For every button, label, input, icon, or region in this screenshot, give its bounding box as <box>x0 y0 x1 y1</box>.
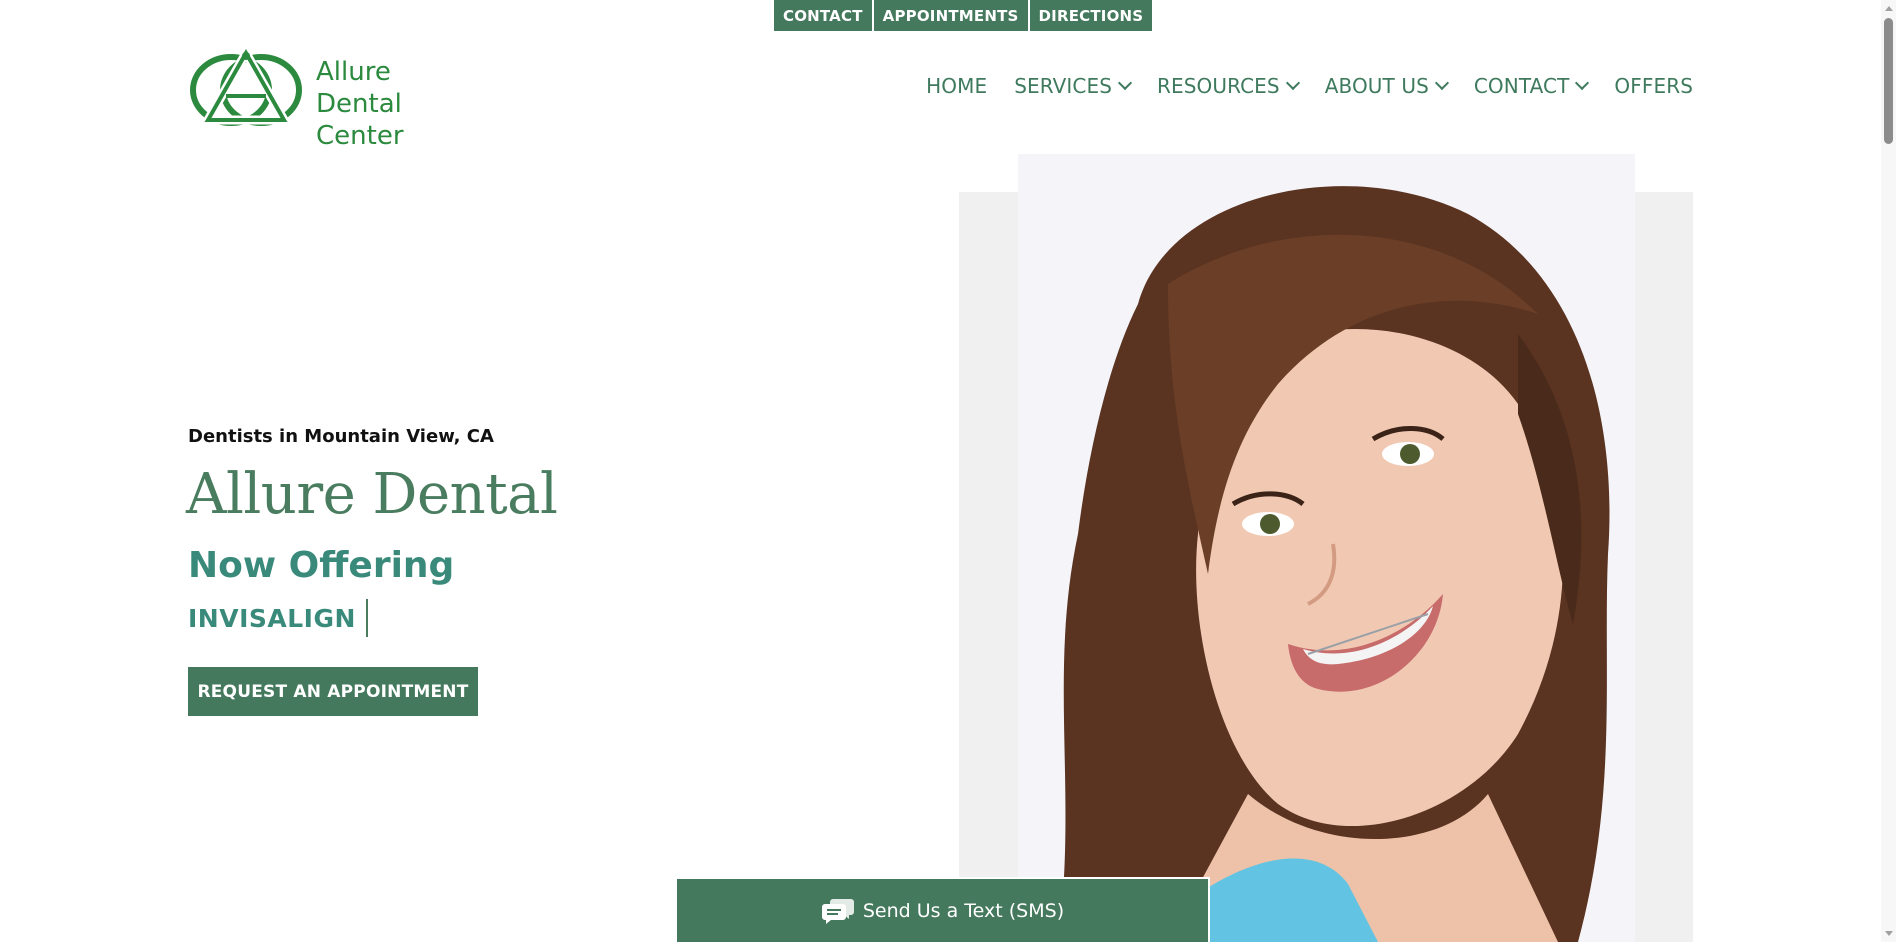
nav-home[interactable]: HOME <box>926 74 987 98</box>
nav-resources[interactable]: RESOURCES <box>1157 74 1300 98</box>
nav-contact[interactable]: CONTACT <box>1473 74 1590 98</box>
logo-mark-icon <box>190 48 302 126</box>
utility-contact-link[interactable]: CONTACT <box>774 0 872 31</box>
smiling-woman-photo <box>1058 186 1610 942</box>
typed-service-text: INVISALIGN <box>188 598 368 638</box>
hero-title: Allure Dental <box>186 462 558 527</box>
nav-resources-label: RESOURCES <box>1157 74 1280 98</box>
page-scrollbar[interactable] <box>1881 0 1896 942</box>
sms-label: Send Us a Text (SMS) <box>862 899 1065 922</box>
logo-wordmark: Allure Dental Center <box>316 56 496 152</box>
nav-contact-label: CONTACT <box>1473 74 1570 98</box>
logo-line-2: Dental Center <box>316 89 404 151</box>
send-text-sms-button[interactable]: Send Us a Text (SMS) <box>675 877 1210 942</box>
chevron-down-icon <box>1434 75 1449 91</box>
utility-directions-link[interactable]: DIRECTIONS <box>1029 0 1153 31</box>
nav-offers-label: OFFERS <box>1614 74 1693 98</box>
typed-service-label: INVISALIGN <box>188 603 356 633</box>
nav-about-label: ABOUT US <box>1324 74 1429 98</box>
scroll-up-arrow-icon[interactable] <box>1885 6 1893 11</box>
utility-appointments-link[interactable]: APPOINTMENTS <box>873 0 1028 31</box>
chevron-down-icon <box>1285 75 1300 91</box>
site-logo[interactable]: Allure Dental Center <box>186 48 496 151</box>
location-kicker: Dentists in Mountain View, CA <box>188 426 494 447</box>
main-nav: HOME SERVICES RESOURCES ABOUT US CONTACT… <box>926 74 1693 98</box>
chevron-down-icon <box>1575 75 1590 91</box>
chat-bubbles-icon <box>821 898 854 924</box>
scroll-down-arrow-icon[interactable] <box>1885 931 1893 936</box>
nav-services-label: SERVICES <box>1014 74 1112 98</box>
utility-bar: CONTACT APPOINTMENTS DIRECTIONS <box>774 0 1153 31</box>
typing-caret <box>365 599 368 637</box>
nav-about-us[interactable]: ABOUT US <box>1324 74 1449 98</box>
scroll-thumb[interactable] <box>1884 18 1893 144</box>
chevron-down-icon <box>1117 75 1133 91</box>
nav-services[interactable]: SERVICES <box>1014 74 1133 98</box>
nav-offers[interactable]: OFFERS <box>1614 74 1693 98</box>
request-appointment-button[interactable]: REQUEST AN APPOINTMENT <box>188 667 478 716</box>
logo-line-1: Allure <box>316 57 391 87</box>
nav-home-label: HOME <box>926 74 988 98</box>
now-offering-heading: Now Offering <box>188 545 455 586</box>
hero-photo <box>1018 154 1635 942</box>
